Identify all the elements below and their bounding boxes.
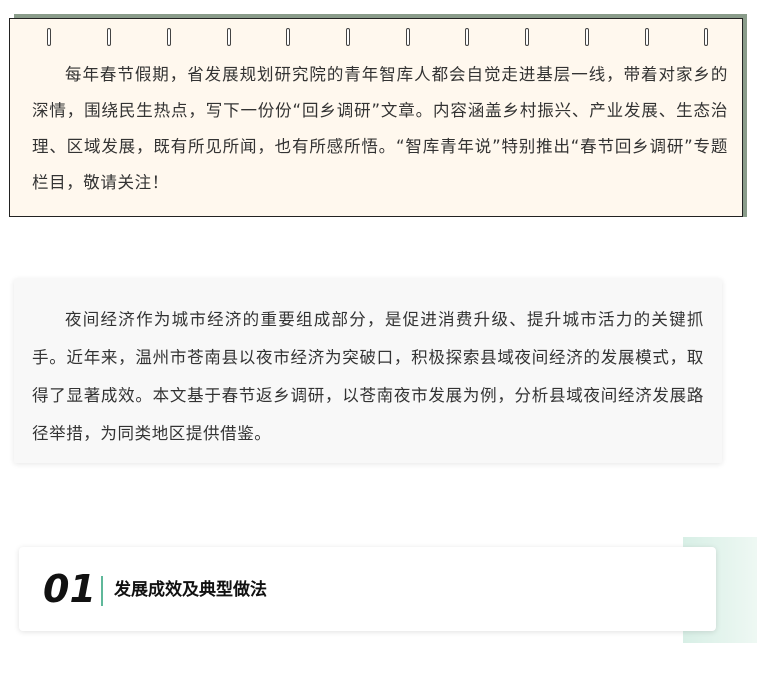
binder-ring-icon <box>465 28 469 46</box>
section-number: 01 <box>43 567 96 611</box>
section-heading-card: 01 发展成效及典型做法 <box>19 547 716 631</box>
binder-ring-icon <box>585 28 589 46</box>
binder-ring-icon <box>107 28 111 46</box>
section-divider <box>101 576 103 606</box>
intro-notebook: 每年春节假期，省发展规划研究院的青年智库人都会自觉走进基层一线，带着对家乡的深情… <box>9 18 743 217</box>
binder-ring-icon <box>167 28 171 46</box>
binder-ring-icon <box>525 28 529 46</box>
binder-ring-icon <box>704 28 708 46</box>
binder-ring-icon <box>346 28 350 46</box>
binder-ring-icon <box>286 28 290 46</box>
binder-ring-icon <box>406 28 410 46</box>
binder-ring-icon <box>227 28 231 46</box>
summary-text: 夜间经济作为城市经济的重要组成部分，是促进消费升级、提升城市活力的关键抓手。近年… <box>32 310 704 443</box>
intro-text: 每年春节假期，省发展规划研究院的青年智库人都会自觉走进基层一线，带着对家乡的深情… <box>32 65 728 192</box>
section-title: 发展成效及典型做法 <box>114 580 267 600</box>
binder-ring-icon <box>47 28 51 46</box>
binder-ring-icon <box>645 28 649 46</box>
summary-card: 夜间经济作为城市经济的重要组成部分，是促进消费升级、提升城市活力的关键抓手。近年… <box>14 279 722 463</box>
